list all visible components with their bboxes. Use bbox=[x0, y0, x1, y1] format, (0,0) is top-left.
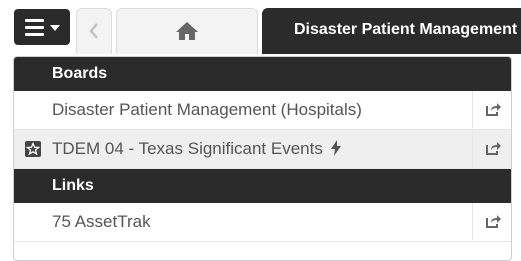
home-icon bbox=[176, 22, 198, 40]
open-external-button[interactable] bbox=[472, 91, 511, 128]
top-bar: Disaster Patient Management bbox=[0, 0, 521, 54]
section-header-boards: Boards bbox=[14, 57, 511, 91]
menu-item-75-assettrak[interactable]: 75 AssetTrak bbox=[14, 203, 511, 242]
bolt-icon bbox=[330, 140, 341, 156]
menu-toggle-button[interactable] bbox=[14, 9, 70, 45]
back-tab[interactable] bbox=[76, 8, 112, 54]
share-icon bbox=[486, 215, 501, 228]
home-tab[interactable] bbox=[116, 8, 258, 54]
share-icon bbox=[486, 103, 501, 116]
section-header-links: Links bbox=[14, 169, 511, 203]
tab-disaster-patient-management[interactable]: Disaster Patient Management bbox=[262, 8, 521, 54]
menu-item-tdem-04[interactable]: TDEM 04 - Texas Significant Events bbox=[14, 130, 511, 169]
menu-item-disaster-patient-management[interactable]: Disaster Patient Management (Hospitals) bbox=[14, 91, 511, 130]
open-external-button[interactable] bbox=[472, 203, 511, 240]
chevron-left-icon bbox=[89, 23, 98, 39]
boards-dropdown-menu: Boards Disaster Patient Management (Hosp… bbox=[13, 56, 512, 261]
menu-item-label: TDEM 04 - Texas Significant Events bbox=[52, 139, 323, 158]
hamburger-icon bbox=[25, 19, 44, 40]
caret-down-icon bbox=[50, 25, 60, 31]
menu-item-label: Disaster Patient Management (Hospitals) bbox=[52, 100, 362, 119]
menu-item-label: 75 AssetTrak bbox=[52, 212, 151, 231]
share-icon bbox=[486, 142, 501, 155]
star-icon bbox=[26, 142, 40, 156]
favorite-toggle[interactable] bbox=[25, 141, 41, 157]
open-external-button[interactable] bbox=[472, 130, 511, 167]
